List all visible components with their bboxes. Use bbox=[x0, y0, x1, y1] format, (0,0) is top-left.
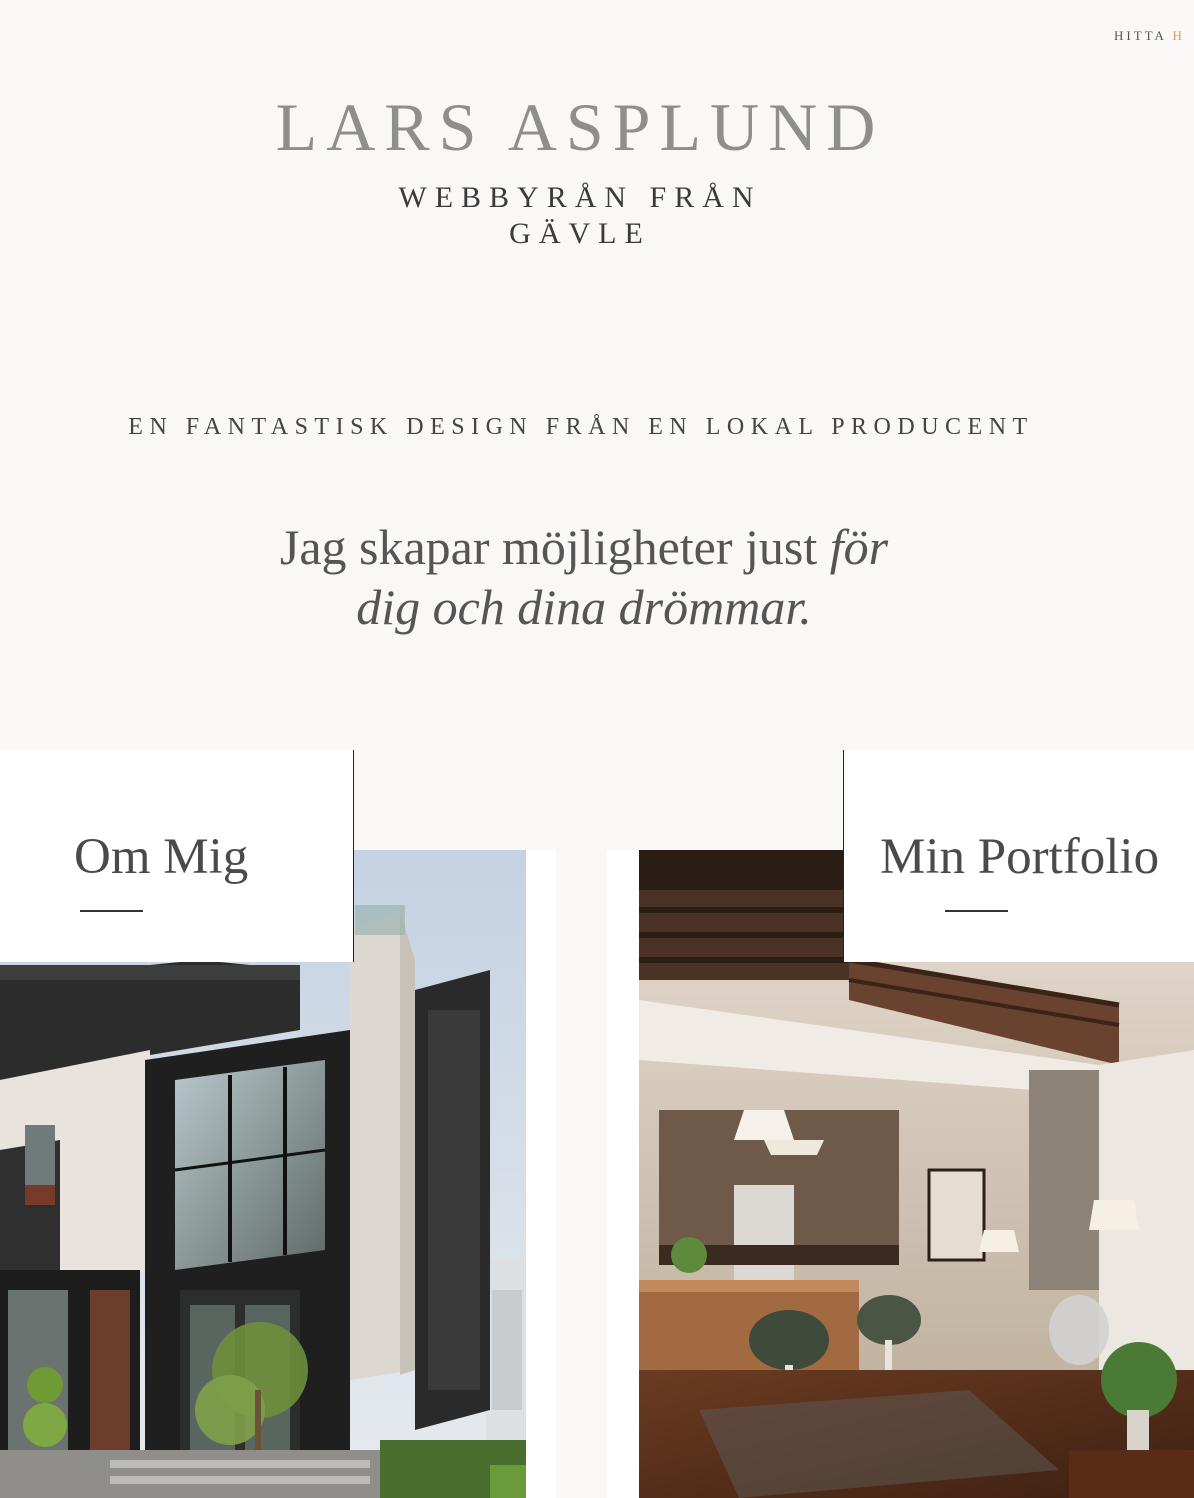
site-brand[interactable]: LARS ASPLUND bbox=[0, 88, 1160, 167]
about-card-underline bbox=[80, 910, 143, 912]
headline-italic-2: dig och dina drömmar. bbox=[356, 579, 812, 635]
hero-slogan: EN FANTASTISK DESIGN FRÅN EN LOKAL PRODU… bbox=[128, 414, 1034, 440]
about-card[interactable]: Om Mig bbox=[0, 750, 353, 962]
top-nav-link[interactable]: HITTA H bbox=[1114, 28, 1194, 44]
left-column-backdrop bbox=[526, 850, 556, 1498]
nav-link-label: HITTA bbox=[1114, 28, 1167, 43]
right-column-backdrop bbox=[607, 850, 639, 1498]
portfolio-card-title[interactable]: Min Portfolio bbox=[880, 828, 1159, 886]
headline-plain: Jag skapar möjligheter just bbox=[279, 519, 830, 575]
tagline-line-2: GÄVLE bbox=[509, 217, 651, 250]
nav-link-accent: H bbox=[1172, 28, 1185, 43]
site-tagline: WEBBYRÅN FRÅN GÄVLE bbox=[0, 180, 1160, 252]
card-divider-left bbox=[353, 750, 354, 962]
portfolio-card-underline bbox=[945, 910, 1008, 912]
headline-italic-1: för bbox=[829, 519, 889, 575]
about-card-title[interactable]: Om Mig bbox=[74, 828, 248, 886]
tagline-line-1: WEBBYRÅN FRÅN bbox=[398, 181, 762, 214]
hero-headline: Jag skapar möjligheter just för dig och … bbox=[184, 517, 984, 637]
portfolio-card[interactable]: Min Portfolio bbox=[844, 750, 1194, 962]
